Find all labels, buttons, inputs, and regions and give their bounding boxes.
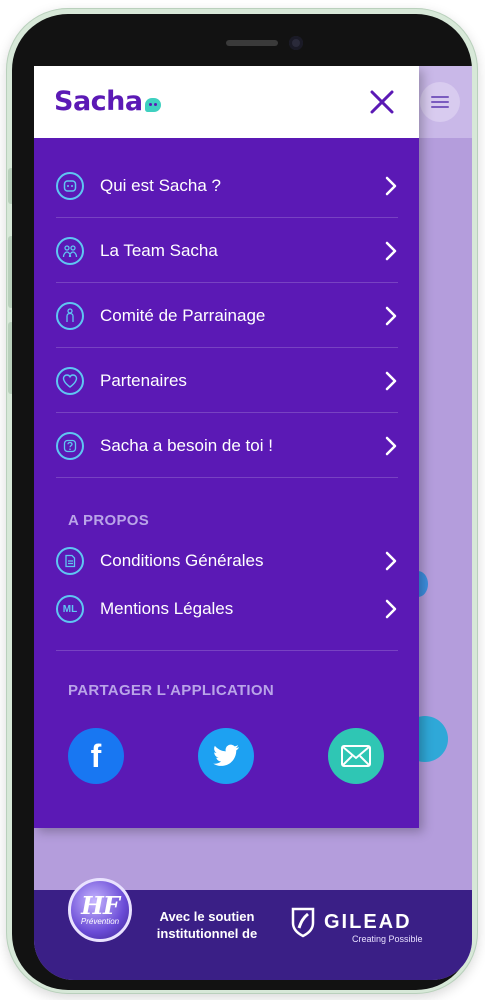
speaker-grille [226,40,278,46]
menu-item-mentions-legales[interactable]: ML Mentions Légales [56,585,398,633]
menu-item-label: Partenaires [100,370,187,390]
brand-name: Sacha [54,86,143,117]
team-icon [56,236,84,265]
chevron-right-icon [385,306,397,325]
footer-bar: HF Prévention Avec le soutien institutio… [34,878,472,980]
facebook-share-button[interactable]: f [68,728,124,784]
close-button[interactable] [364,84,400,120]
twitter-share-button[interactable] [198,728,254,784]
hf-prevention-logo: HF Prévention [68,878,132,942]
menu-item-comite-de-parrainage[interactable]: Comité de Parrainage [56,284,398,348]
menu-item-conditions-generales[interactable]: Conditions Générales [56,537,398,585]
section-title-a-propos: A PROPOS [68,512,150,529]
menu-item-label: La Team Sacha [100,240,218,260]
question-icon [56,431,84,460]
ml-icon: ML [56,595,84,623]
mail-icon [341,745,371,767]
support-line-1: Avec le soutien [159,909,255,924]
brand-logo: Sacha [54,86,161,117]
menu-item-partenaires[interactable]: Partenaires [56,349,398,413]
twitter-icon [213,744,239,766]
menu-item-label: Sacha a besoin de toi ! [100,435,273,455]
chevron-right-icon [385,551,397,571]
support-line-2: institutionnel de [156,926,258,941]
chevron-right-icon [385,371,397,390]
menu-item-qui-est-sacha[interactable]: Qui est Sacha ? [56,154,398,218]
front-camera [289,36,303,50]
person-icon [56,301,84,330]
sponsor-tagline: Creating Possible [352,934,423,944]
chevron-right-icon [385,599,397,619]
menu-item-sacha-a-besoin-de-toi[interactable]: Sacha a besoin de toi ! [56,414,398,478]
drawer-header: Sacha [34,66,419,138]
support-text: Avec le soutien institutionnel de [142,908,272,942]
gilead-shield-icon [291,907,315,938]
facebook-icon: f [90,737,102,774]
section-title-partager: PARTAGER L'APPLICATION [68,682,274,699]
menu-item-label: Mentions Légales [100,599,234,618]
brand-bubble-icon [144,97,161,112]
hamburger-menu-icon[interactable] [420,82,460,122]
chevron-right-icon [385,241,397,260]
sponsor-name: GILEAD [324,910,412,933]
heart-icon [56,366,84,395]
menu-item-label: Qui est Sacha ? [100,175,221,195]
chevron-right-icon [385,436,397,455]
menu-item-label: Conditions Générales [100,551,264,570]
app-screen: HF Prévention Avec le soutien institutio… [34,66,472,980]
hf-logo-subtext: Prévention [80,916,120,926]
hf-logo-text: HF [81,890,120,920]
close-icon [370,90,394,114]
divider [56,650,398,651]
email-share-button[interactable] [328,728,384,784]
document-icon [56,547,84,575]
navigation-drawer: Sacha Qui est Sacha ? La Team Sacha Comi… [34,66,419,828]
face-icon [56,171,84,200]
menu-item-label: Comité de Parrainage [100,305,266,325]
gilead-logo: GILEAD Creating Possible [290,906,423,944]
menu-item-la-team-sacha[interactable]: La Team Sacha [56,219,398,283]
chevron-right-icon [385,176,397,195]
